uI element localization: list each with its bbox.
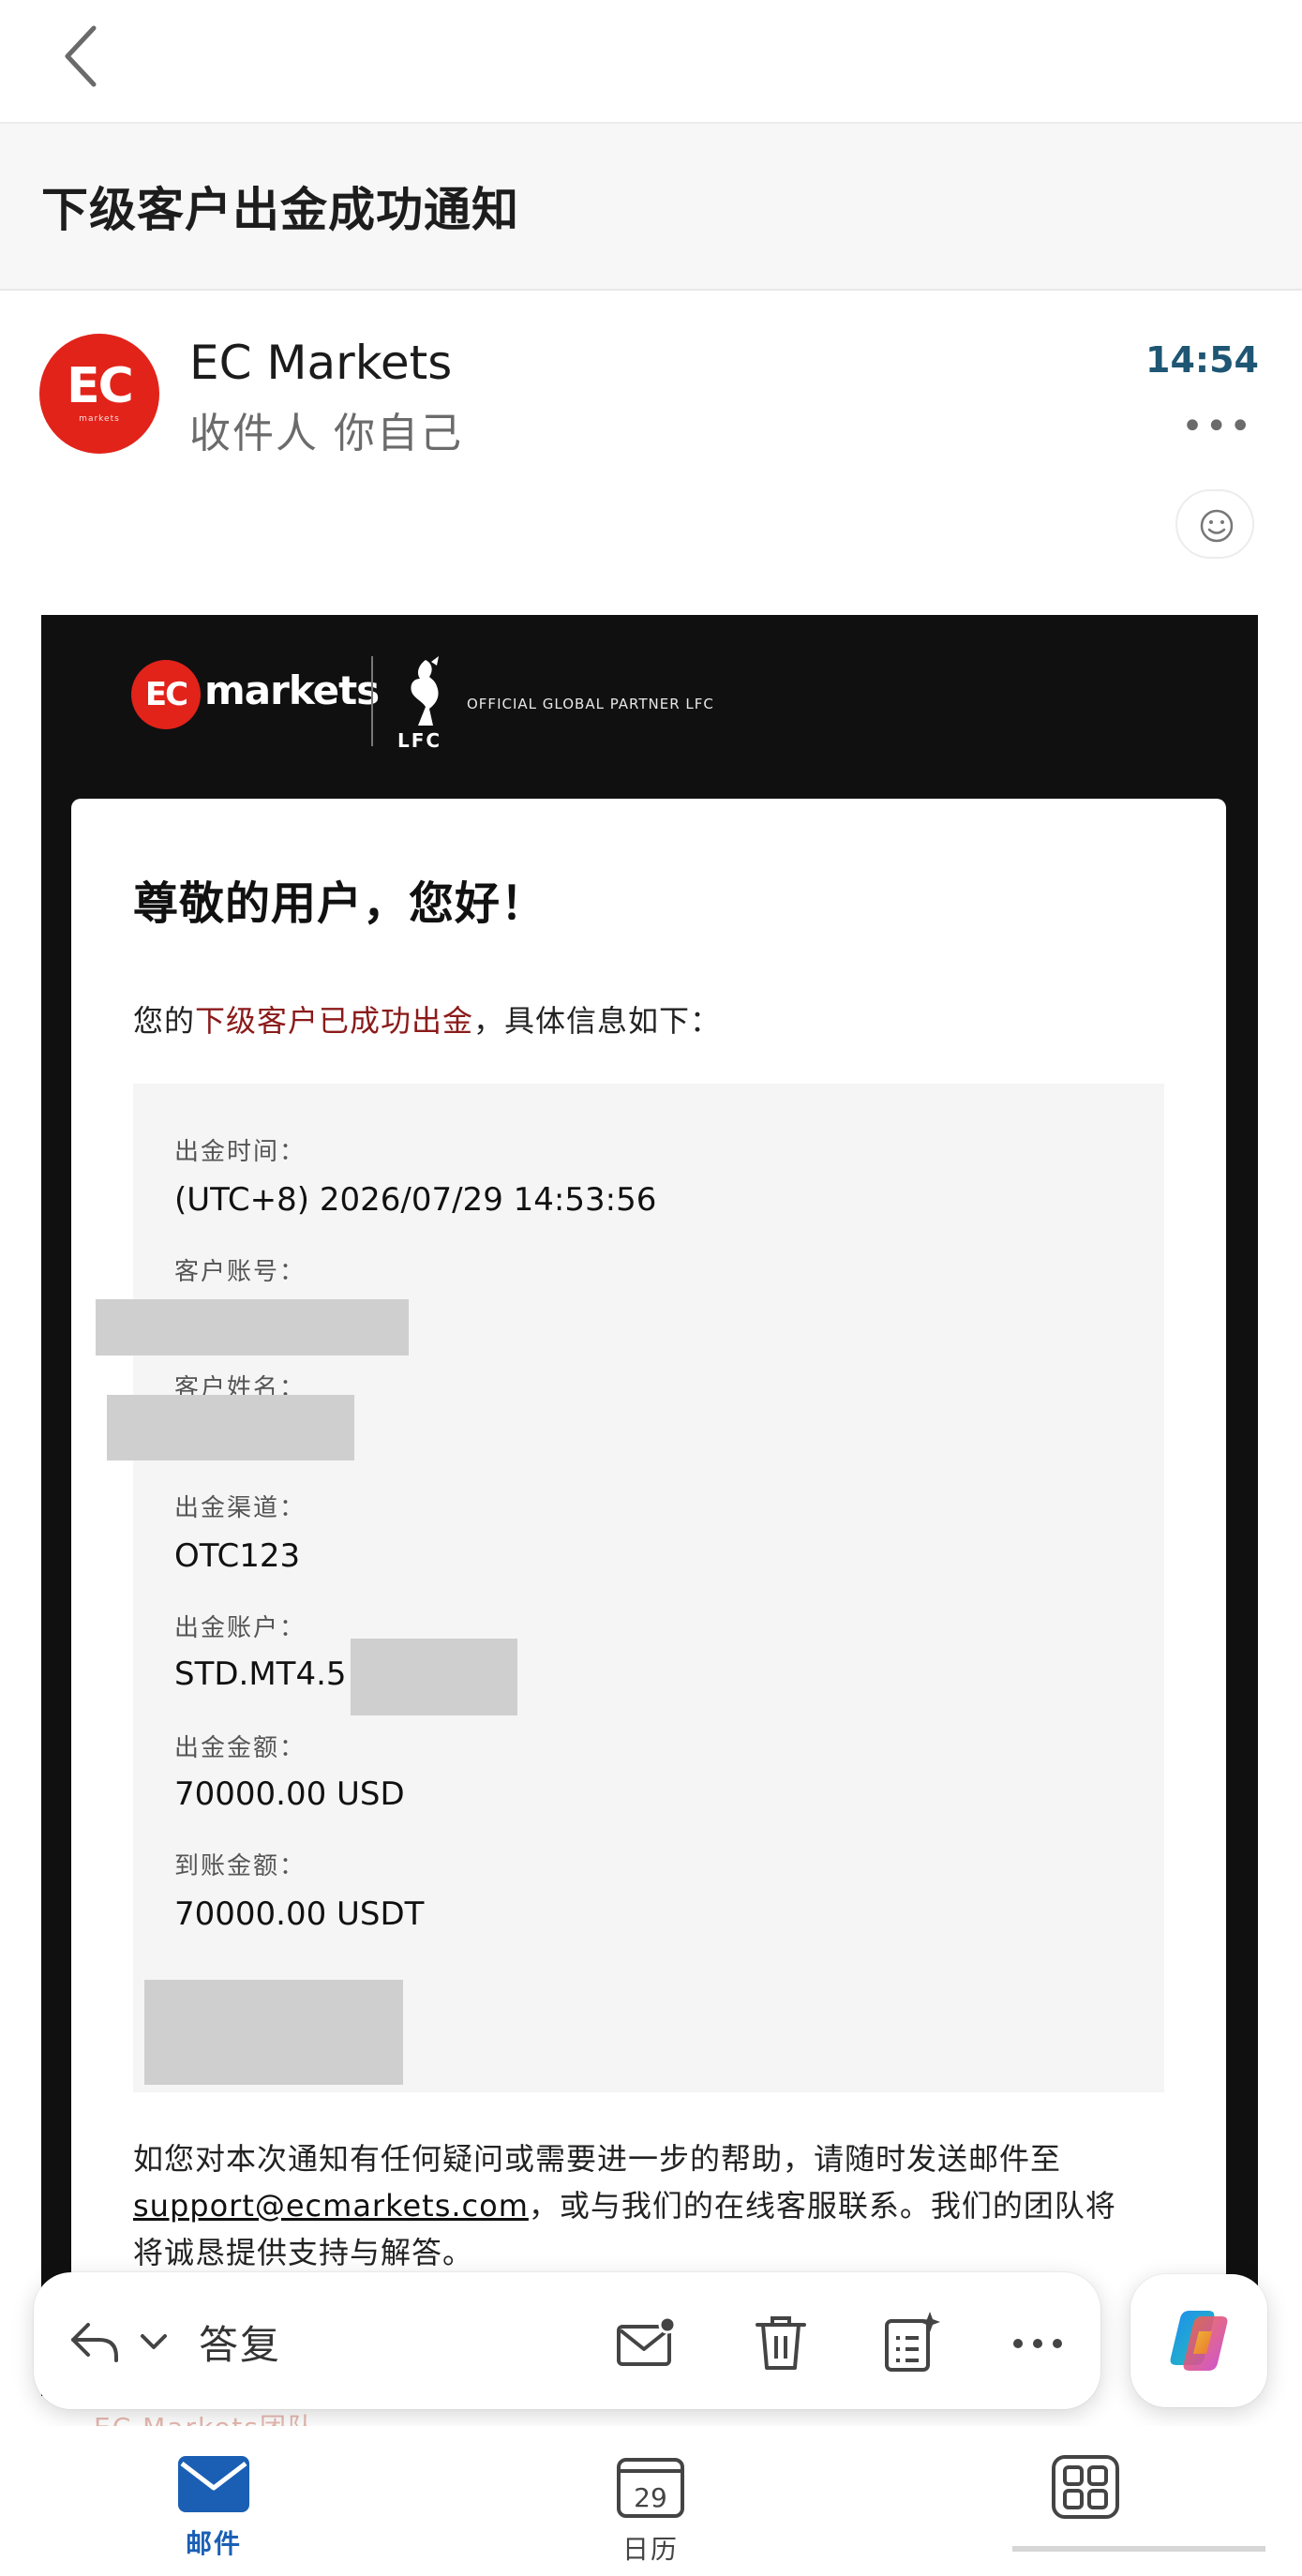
mark-unread-button[interactable] <box>613 2310 679 2375</box>
email-action-toolbar: 答复 <box>34 2272 1100 2409</box>
email-subject: 下级客户出金成功通知 <box>41 183 519 237</box>
nav-calendar-label: 日历 <box>621 2534 679 2565</box>
email-card: 尊敬的用户，您好！ 您的下级客户已成功出金，具体信息如下： 出金时间： (UTC… <box>71 799 1226 2396</box>
sender-avatar[interactable]: EC markets <box>39 334 159 454</box>
delete-button[interactable] <box>748 2310 814 2375</box>
out-account-label: 出金账户： <box>174 1614 307 1642</box>
channel-value: OTC123 <box>174 1537 301 1575</box>
avatar-initials: EC <box>67 358 134 414</box>
withdraw-time-label: 出金时间： <box>174 1138 307 1166</box>
subject-bar: 下级客户出金成功通知 <box>0 124 1302 289</box>
intro-suffix: ，具体信息如下： <box>473 1003 722 1039</box>
withdrawal-details: 出金时间： (UTC+8) 2026/07/29 14:53:56 客户账号： … <box>96 1084 1164 2092</box>
back-button[interactable] <box>52 21 109 92</box>
email-brand-header: EC markets LFC OFFICIAL GLOBAL PARTNER L… <box>41 615 1258 799</box>
partner-tagline: OFFICIAL GLOBAL PARTNER LFC <box>467 696 714 712</box>
amount-label: 出金金额： <box>174 1734 307 1762</box>
footer-line-3: 将诚恳提供支持与解答。 <box>133 2235 474 2270</box>
summarize-button[interactable] <box>877 2310 943 2375</box>
brand-wordmark: markets <box>204 667 380 713</box>
clipboard-sparkle-icon <box>885 2312 940 2372</box>
more-horizontal-icon <box>1013 2339 1062 2348</box>
footer-text: 如您对本次通知有任何疑问或需要进一步的帮助，请随时发送邮件至 support@e… <box>133 2135 1202 2276</box>
divider <box>0 289 1302 291</box>
nav-mail[interactable]: 邮件 <box>120 2454 307 2567</box>
top-nav-bar <box>0 0 1302 122</box>
footer-line-1: 如您对本次通知有任何疑问或需要进一步的帮助，请随时发送邮件至 <box>133 2141 1062 2177</box>
reply-icon[interactable] <box>66 2314 122 2370</box>
redacted-name <box>107 1395 354 1460</box>
copilot-icon <box>1170 2311 1228 2371</box>
sender-name[interactable]: EC Markets <box>189 336 452 390</box>
footer-line-2: ，或与我们的在线客服联系。我们的团队将 <box>528 2188 1116 2224</box>
home-indicator <box>1012 2546 1265 2552</box>
mail-icon <box>178 2456 249 2512</box>
received-label: 到账金额： <box>174 1852 307 1880</box>
smiley-icon <box>1200 509 1234 543</box>
nav-mail-label: 邮件 <box>185 2528 242 2559</box>
email-body: EC markets LFC OFFICIAL GLOBAL PARTNER L… <box>41 615 1258 2396</box>
more-actions-button[interactable] <box>1005 2310 1070 2375</box>
more-options-button[interactable]: ••• <box>1181 405 1253 448</box>
apps-grid-icon <box>1052 2455 1119 2519</box>
avatar-subtext: markets <box>79 414 120 424</box>
received-value: 70000.00 USDT <box>174 1895 425 1933</box>
trash-icon <box>756 2316 806 2370</box>
withdraw-time-value: (UTC+8) 2026/07/29 14:53:56 <box>174 1181 657 1219</box>
support-email-link[interactable]: support@ecmarkets.com <box>133 2188 529 2224</box>
redacted-account <box>96 1299 409 1355</box>
copilot-button[interactable] <box>1130 2274 1267 2407</box>
chevron-down-icon[interactable] <box>139 2325 169 2359</box>
account-label: 客户账号： <box>174 1258 307 1286</box>
intro-prefix: 您的 <box>133 1003 196 1039</box>
calendar-day: 29 <box>634 2482 667 2513</box>
redacted-block <box>144 1980 403 2085</box>
intro-text: 您的下级客户已成功出金，具体信息如下： <box>133 997 721 1041</box>
intro-highlight: 下级客户已成功出金 <box>195 1003 474 1039</box>
club-label: LFC <box>397 729 442 752</box>
amount-value: 70000.00 USD <box>174 1775 405 1813</box>
out-account-value: STD.MT4.5 <box>174 1655 347 1693</box>
reaction-button[interactable] <box>1175 489 1254 559</box>
chevron-left-icon <box>65 25 97 87</box>
greeting: 尊敬的用户，您好！ <box>133 877 547 930</box>
reply-button[interactable]: 答复 <box>199 2314 281 2371</box>
divider <box>371 656 373 746</box>
calendar-icon: 29 <box>617 2458 684 2518</box>
ec-markets-logo: EC <box>131 660 201 729</box>
nav-calendar[interactable]: 29 日历 <box>557 2454 744 2567</box>
received-time: 14:54 <box>1145 339 1259 381</box>
channel-label: 出金渠道： <box>174 1494 307 1522</box>
recipient-line[interactable]: 收件人 你自己 <box>189 399 463 459</box>
redacted-out-account <box>351 1639 517 1715</box>
envelope-unread-icon <box>617 2315 677 2366</box>
